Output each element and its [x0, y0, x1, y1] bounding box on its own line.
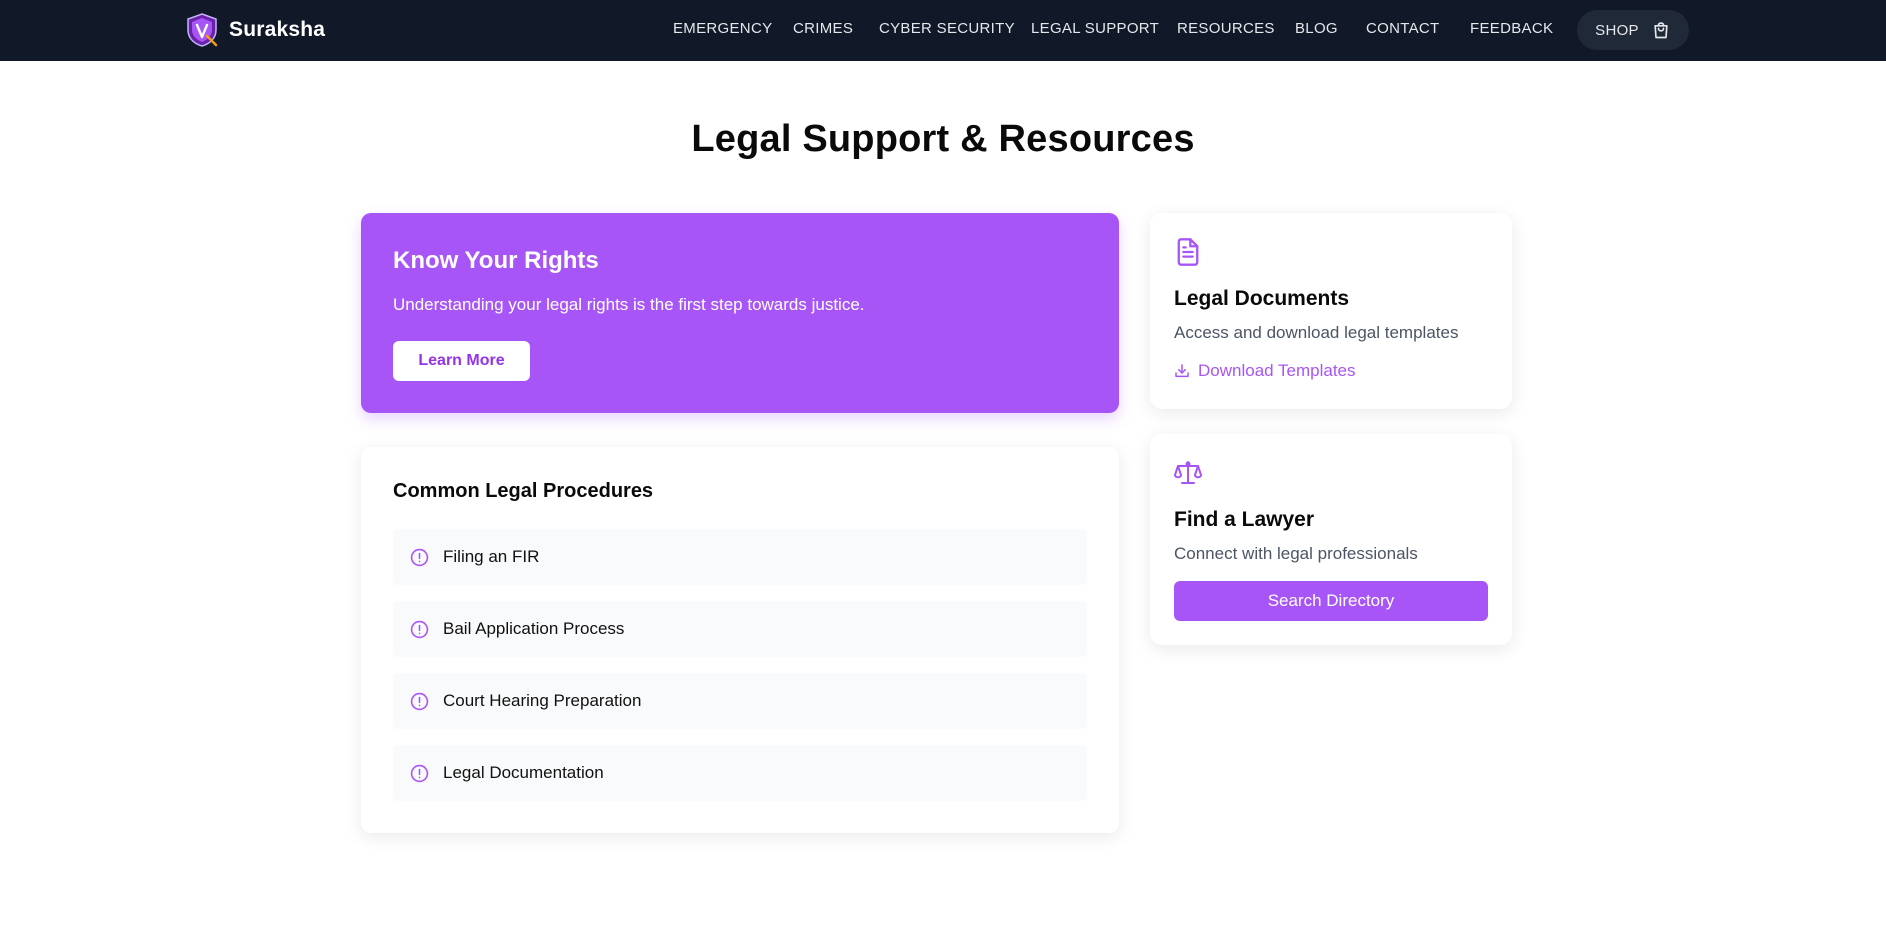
- brand[interactable]: Suraksha: [185, 10, 325, 50]
- procedure-label: Court Hearing Preparation: [443, 691, 642, 710]
- shopping-bag-icon: [1654, 22, 1668, 39]
- alert-circle-icon: [410, 548, 429, 566]
- shield-logo-icon: [187, 13, 218, 47]
- download-templates-label: Download Templates: [1198, 361, 1356, 380]
- procedure-item-filing-fir[interactable]: Filing an FIR: [393, 529, 1087, 585]
- documents-title: Legal Documents: [1174, 287, 1350, 310]
- procedures-title: Common Legal Procedures: [393, 480, 654, 502]
- nav-blog[interactable]: BLOG: [1295, 20, 1338, 37]
- find-lawyer-card: Find a Lawyer Connect with legal profess…: [1150, 434, 1512, 645]
- nav-resources[interactable]: RESOURCES: [1177, 20, 1275, 37]
- lawyer-text: Connect with legal professionals: [1174, 544, 1418, 563]
- procedure-label: Legal Documentation: [443, 763, 604, 782]
- hero-title: Know Your Rights: [393, 247, 599, 274]
- navbar: Suraksha EMERGENCY CRIMES CYBER SECURITY…: [0, 0, 1886, 61]
- procedure-item-legal-documentation[interactable]: Legal Documentation: [393, 745, 1087, 801]
- learn-more-button[interactable]: Learn More: [393, 341, 530, 381]
- documents-text: Access and download legal templates: [1174, 323, 1459, 342]
- procedure-label: Bail Application Process: [443, 619, 625, 638]
- legal-procedures-card: Common Legal Procedures Filing an FIR Ba…: [361, 447, 1119, 833]
- nav-contact[interactable]: CONTACT: [1366, 20, 1439, 37]
- nav-emergency[interactable]: EMERGENCY: [673, 20, 772, 37]
- legal-documents-card: Legal Documents Access and download lega…: [1150, 213, 1512, 409]
- nav-feedback[interactable]: FEEDBACK: [1470, 20, 1553, 37]
- alert-circle-icon: [410, 764, 429, 782]
- alert-circle-icon: [410, 620, 429, 638]
- scale-icon: [1174, 461, 1202, 484]
- procedure-label: Filing an FIR: [443, 547, 540, 566]
- shop-button[interactable]: SHOP: [1577, 10, 1689, 50]
- alert-circle-icon: [410, 692, 429, 710]
- procedure-item-court-hearing[interactable]: Court Hearing Preparation: [393, 673, 1087, 729]
- hero-text: Understanding your legal rights is the f…: [393, 295, 865, 314]
- nav-legal-support[interactable]: LEGAL SUPPORT: [1031, 20, 1159, 37]
- procedure-item-bail-application[interactable]: Bail Application Process: [393, 601, 1087, 657]
- brand-name: Suraksha: [229, 18, 326, 41]
- download-templates-link[interactable]: Download Templates: [1174, 361, 1356, 381]
- nav-cyber-security[interactable]: CYBER SECURITY: [879, 20, 1015, 37]
- search-directory-button[interactable]: Search Directory: [1174, 581, 1488, 621]
- download-icon: [1175, 364, 1189, 378]
- shop-label: SHOP: [1595, 21, 1639, 39]
- file-text-icon: [1177, 238, 1199, 266]
- know-your-rights-card: Know Your Rights Understanding your lega…: [361, 213, 1119, 413]
- lawyer-title: Find a Lawyer: [1174, 508, 1315, 531]
- nav-crimes[interactable]: CRIMES: [793, 20, 853, 37]
- page-title: Legal Support & Resources: [691, 118, 1195, 160]
